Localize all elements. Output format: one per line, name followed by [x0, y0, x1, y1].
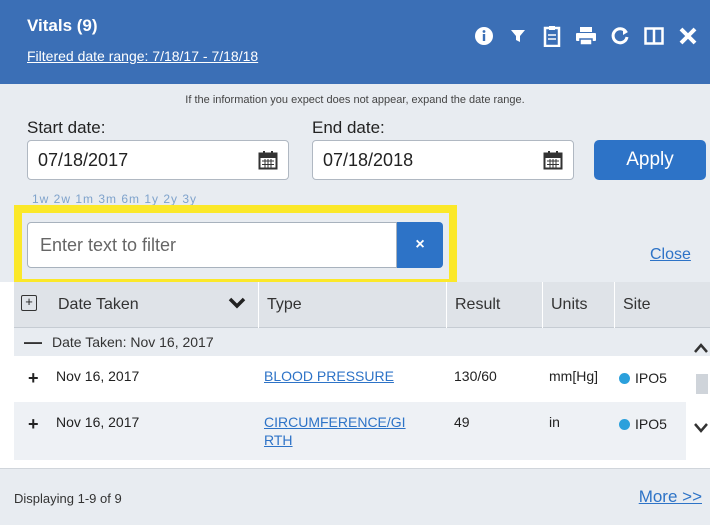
calendar-icon[interactable]	[258, 150, 278, 175]
cell-units: in	[549, 414, 560, 430]
calendar-icon[interactable]	[543, 150, 563, 175]
scrollbar-thumb[interactable]	[696, 374, 708, 394]
column-type[interactable]: Type	[258, 282, 446, 328]
apply-button[interactable]: Apply	[594, 140, 706, 180]
close-filter-link[interactable]: Close	[650, 246, 691, 264]
print-icon[interactable]	[572, 22, 600, 50]
column-site[interactable]: Site	[614, 282, 710, 328]
cell-result: 130/60	[454, 368, 497, 384]
table-row[interactable]: + Nov 16, 2017 BLOOD PRESSURE 130/60 mm[…	[14, 356, 686, 402]
refresh-icon[interactable]	[606, 22, 634, 50]
column-units[interactable]: Units	[542, 282, 614, 328]
table-row[interactable]: + Nov 16, 2017 CIRCUMFERENCE/GI RTH 49 in…	[14, 402, 686, 460]
cell-site: IPO5	[619, 416, 667, 432]
collapse-group-icon[interactable]: —	[14, 332, 52, 353]
scroll-up-icon[interactable]	[694, 340, 708, 358]
displaying-count: Displaying 1-9 of 9	[14, 491, 122, 506]
site-status-icon	[619, 419, 630, 430]
group-label: Date Taken: Nov 16, 2017	[52, 334, 214, 350]
table-header: + Date Taken Type Result Units Site	[14, 282, 710, 328]
scroll-down-icon[interactable]	[694, 420, 708, 438]
start-date-value: 07/18/2017	[38, 150, 129, 170]
date-shortcuts[interactable]: 1w 2w 1m 3m 6m 1y 2y 3y	[32, 192, 197, 206]
start-date-label: Start date:	[27, 118, 106, 137]
header-toolbar	[470, 22, 702, 50]
panel-header: Vitals (9) Filtered date range: 7/18/17 …	[0, 0, 710, 84]
filtered-date-range-link[interactable]: Filtered date range: 7/18/17 - 7/18/18	[27, 48, 258, 64]
expand-row-icon[interactable]: +	[28, 368, 39, 389]
cell-site: IPO5	[619, 370, 667, 386]
cell-result: 49	[454, 414, 470, 430]
expand-all-icon[interactable]: +	[21, 295, 37, 311]
cell-date: Nov 16, 2017	[56, 368, 140, 384]
end-date-field[interactable]: 07/18/2018	[312, 140, 574, 180]
more-link[interactable]: More >>	[639, 487, 702, 507]
cell-units: mm[Hg]	[549, 368, 598, 384]
date-range-hint: If the information you expect does not a…	[185, 94, 525, 106]
cell-type-link[interactable]: BLOOD PRESSURE	[264, 368, 394, 384]
chevron-down-icon[interactable]	[228, 296, 246, 315]
expand-row-icon[interactable]: +	[28, 414, 39, 435]
close-icon[interactable]	[674, 22, 702, 50]
panel-footer: Displaying 1-9 of 9 More >>	[0, 468, 710, 525]
panel-title: Vitals (9)	[27, 16, 98, 35]
clear-filter-button[interactable]: ×	[397, 222, 443, 268]
filter-icon[interactable]	[504, 22, 532, 50]
site-status-icon	[619, 373, 630, 384]
start-date-field[interactable]: 07/18/2017	[27, 140, 289, 180]
end-date-value: 07/18/2018	[323, 150, 414, 170]
clipboard-icon[interactable]	[538, 22, 566, 50]
info-icon[interactable]	[470, 22, 498, 50]
column-date-taken[interactable]: Date Taken	[50, 282, 258, 328]
group-row[interactable]: — Date Taken: Nov 16, 2017	[14, 328, 710, 356]
columns-icon[interactable]	[640, 22, 668, 50]
cell-date: Nov 16, 2017	[56, 414, 140, 430]
text-filter-input[interactable]: Enter text to filter	[27, 222, 397, 268]
end-date-label: End date:	[312, 118, 385, 137]
cell-type-link[interactable]: CIRCUMFERENCE/GI RTH	[264, 413, 406, 449]
column-result[interactable]: Result	[446, 282, 542, 328]
